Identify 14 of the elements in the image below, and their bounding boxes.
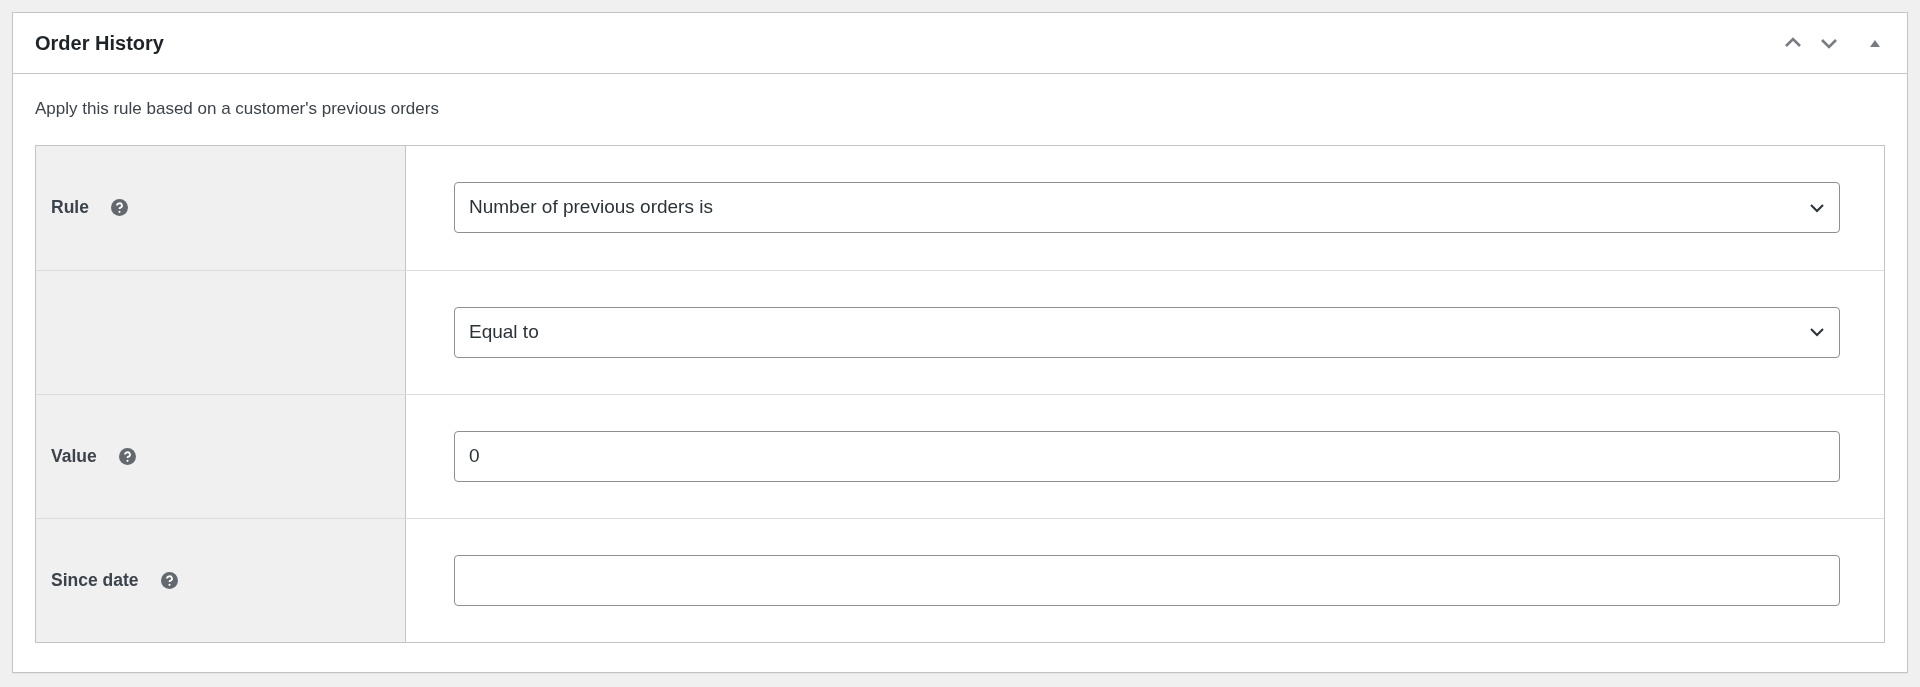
input-field[interactable]: 0 (454, 430, 1840, 482)
chevron-down-icon (1809, 202, 1825, 213)
field-label: Since date (51, 568, 139, 592)
panel-title: Order History (35, 31, 164, 55)
chevron-down-icon (1809, 327, 1825, 337)
field-label: Rule (51, 196, 89, 220)
select-dropdown[interactable]: Number of previous orders is (454, 182, 1840, 233)
description: Apply this rule based on a customer's previous orders (35, 98, 440, 120)
input-field[interactable] (454, 554, 1840, 606)
field-label: Value (51, 444, 97, 468)
select-dropdown[interactable]: Equal to (454, 306, 1840, 358)
help-icon[interactable] (110, 199, 128, 216)
help-icon[interactable] (118, 447, 136, 465)
help-icon[interactable] (160, 571, 178, 589)
